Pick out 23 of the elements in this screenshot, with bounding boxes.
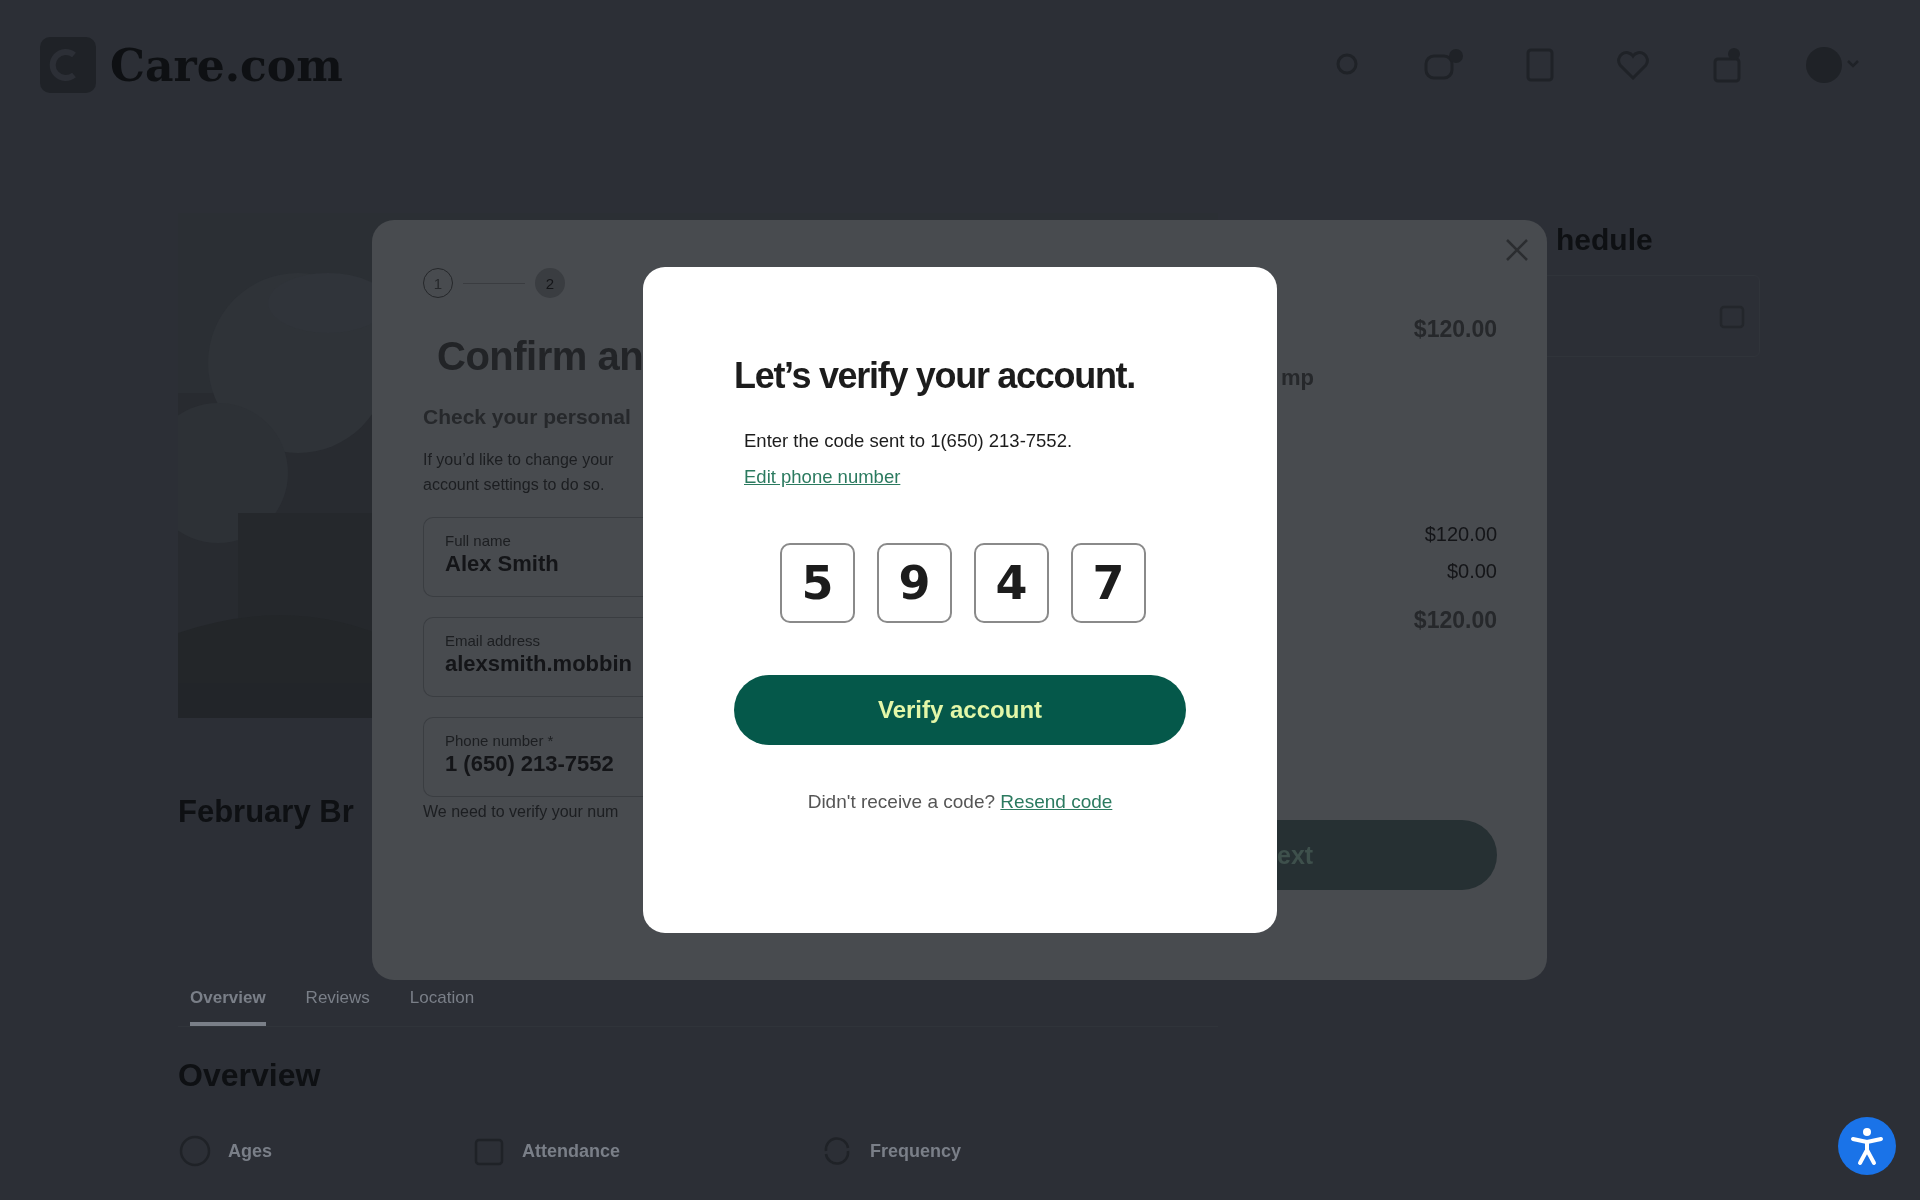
fact-label: Frequency xyxy=(870,1140,962,1162)
fact-label: Ages xyxy=(228,1140,272,1162)
accessibility-icon xyxy=(1849,1126,1885,1166)
listing-tab[interactable]: Reviews xyxy=(305,980,370,1026)
code-digit-field[interactable]: 7 xyxy=(1071,543,1146,623)
field-value: alexsmith.mobbin xyxy=(445,651,634,677)
code-digit-field[interactable]: 9 xyxy=(877,543,952,623)
listing-tab[interactable]: Location xyxy=(409,980,475,1026)
code-digit-field[interactable]: 5 xyxy=(780,543,855,623)
accessibility-button[interactable] xyxy=(1838,1117,1896,1175)
edit-phone-link[interactable]: Edit phone number xyxy=(744,466,901,487)
close-icon[interactable] xyxy=(1505,238,1529,262)
price-text: $120.00 xyxy=(1424,523,1497,546)
dialog-title: Let’s verify your account. xyxy=(734,355,1136,397)
dialog-message: Enter the code sent to 1(650) 213-7552. Edit phone number xyxy=(744,429,1074,489)
price-text: $0.00 xyxy=(1446,560,1497,583)
code-digit-field[interactable]: 4 xyxy=(974,543,1049,623)
resend-prompt: Didn't receive a code? xyxy=(807,791,996,812)
listing-tab[interactable]: Overview xyxy=(190,980,266,1026)
field-value: Alex Smith xyxy=(445,551,560,577)
verify-button[interactable]: Verify account xyxy=(734,675,1186,745)
fact-label: Attendance xyxy=(522,1140,621,1162)
resend-link[interactable]: Resend code xyxy=(1000,791,1113,812)
